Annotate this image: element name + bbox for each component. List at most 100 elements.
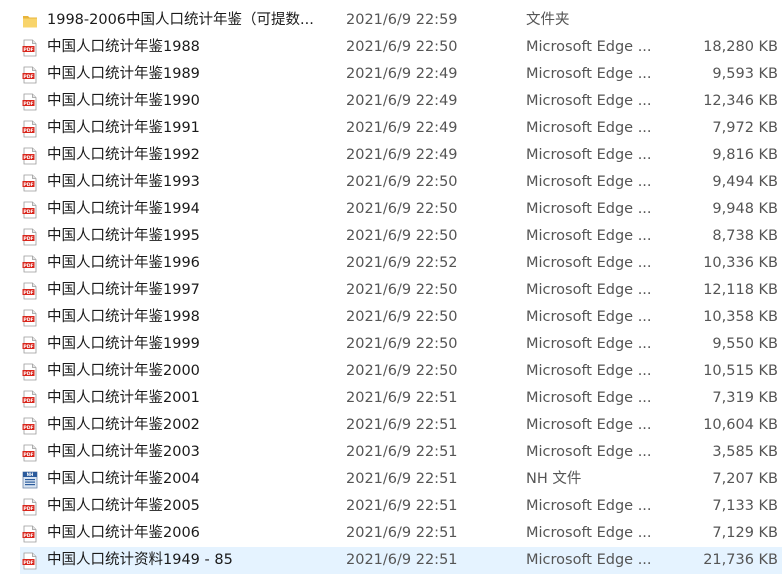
pdf-icon: PDF <box>22 282 38 300</box>
svg-text:PDF: PDF <box>23 155 33 161</box>
pdf-icon: PDF <box>22 417 38 435</box>
file-type: Microsoft Edge ... <box>526 525 652 541</box>
file-row[interactable]: PDF 中国人口统计年鉴2000 2021/6/9 22:50 Microsoft E… <box>20 358 782 385</box>
file-modified-date: 2021/6/9 22:51 <box>346 390 458 406</box>
file-row[interactable]: PDF 中国人口统计年鉴2006 2021/6/9 22:51 Microsoft E… <box>20 520 782 547</box>
file-size: 10,604 KB <box>703 417 778 433</box>
file-name: 中国人口统计年鉴2006 <box>47 525 200 541</box>
file-type: Microsoft Edge ... <box>526 120 652 136</box>
file-row[interactable]: PDF 中国人口统计年鉴1996 2021/6/9 22:52 Microsoft E… <box>20 250 782 277</box>
file-row[interactable]: PDF 中国人口统计年鉴2003 2021/6/9 22:51 Microsoft E… <box>20 439 782 466</box>
file-modified-date: 2021/6/9 22:51 <box>346 417 458 433</box>
file-type: Microsoft Edge ... <box>526 390 652 406</box>
file-size: 3,585 KB <box>712 444 778 460</box>
file-modified-date: 2021/6/9 22:59 <box>346 12 458 28</box>
file-modified-date: 2021/6/9 22:50 <box>346 363 458 379</box>
file-size: 9,816 KB <box>712 147 778 163</box>
folder-icon <box>22 12 38 30</box>
file-row[interactable]: PDF 中国人口统计年鉴1992 2021/6/9 22:49 Microsoft E… <box>20 142 782 169</box>
svg-text:PDF: PDF <box>23 506 33 512</box>
file-name: 中国人口统计年鉴2002 <box>47 417 200 433</box>
file-name: 1998-2006中国人口统计年鉴（可提数... <box>47 12 314 28</box>
pdf-icon: PDF <box>22 66 38 84</box>
svg-text:PDF: PDF <box>23 317 33 323</box>
file-row[interactable]: PDF 中国人口统计年鉴1991 2021/6/9 22:49 Microsoft E… <box>20 115 782 142</box>
file-modified-date: 2021/6/9 22:50 <box>346 309 458 325</box>
file-name: 中国人口统计年鉴2003 <box>47 444 200 460</box>
file-modified-date: 2021/6/9 22:51 <box>346 498 458 514</box>
file-modified-date: 2021/6/9 22:50 <box>346 228 458 244</box>
pdf-icon: PDF <box>22 498 38 516</box>
file-row[interactable]: PDF 中国人口统计年鉴2002 2021/6/9 22:51 Microsoft E… <box>20 412 782 439</box>
svg-text:PDF: PDF <box>23 344 33 350</box>
file-modified-date: 2021/6/9 22:51 <box>346 552 458 568</box>
file-name: 中国人口统计年鉴2000 <box>47 363 200 379</box>
svg-text:PDF: PDF <box>23 47 33 53</box>
file-modified-date: 2021/6/9 22:50 <box>346 174 458 190</box>
file-name: 中国人口统计年鉴1990 <box>47 93 200 109</box>
pdf-icon: PDF <box>22 309 38 327</box>
pdf-icon: PDF <box>22 363 38 381</box>
file-row[interactable]: PDF 中国人口统计年鉴1988 2021/6/9 22:50 Microsoft E… <box>20 34 782 61</box>
file-row[interactable]: NH 中国人口统计年鉴2004 2021/6/9 22:51 NH 文件 7,207 K… <box>20 466 782 493</box>
file-name: 中国人口统计年鉴1993 <box>47 174 200 190</box>
svg-text:PDF: PDF <box>23 128 33 134</box>
file-type: Microsoft Edge ... <box>526 363 652 379</box>
nh-file-icon: NH <box>22 471 38 489</box>
svg-text:PDF: PDF <box>23 263 33 269</box>
file-name: 中国人口统计年鉴1994 <box>47 201 200 217</box>
file-row[interactable]: PDF 中国人口统计年鉴2001 2021/6/9 22:51 Microsoft E… <box>20 385 782 412</box>
file-row[interactable]: PDF 中国人口统计资料1949 - 85 2021/6/9 22:51 Micros… <box>20 547 782 574</box>
svg-text:PDF: PDF <box>23 290 33 296</box>
file-size: 8,738 KB <box>712 228 778 244</box>
pdf-icon: PDF <box>22 390 38 408</box>
file-row[interactable]: PDF 中国人口统计年鉴1999 2021/6/9 22:50 Microsoft E… <box>20 331 782 358</box>
pdf-icon: PDF <box>22 147 38 165</box>
file-size: 7,133 KB <box>712 498 778 514</box>
file-row[interactable]: PDF 中国人口统计年鉴1993 2021/6/9 22:50 Microsoft E… <box>20 169 782 196</box>
svg-text:PDF: PDF <box>23 398 33 404</box>
file-name: 中国人口统计年鉴1988 <box>47 39 200 55</box>
file-type: Microsoft Edge ... <box>526 336 652 352</box>
file-size: 9,948 KB <box>712 201 778 217</box>
file-type: Microsoft Edge ... <box>526 444 652 460</box>
file-name: 中国人口统计年鉴1991 <box>47 120 200 136</box>
file-size: 18,280 KB <box>703 39 778 55</box>
file-size: 10,515 KB <box>703 363 778 379</box>
file-name: 中国人口统计年鉴2004 <box>47 471 200 487</box>
file-row[interactable]: PDF 中国人口统计年鉴2005 2021/6/9 22:51 Microsoft E… <box>20 493 782 520</box>
file-size: 9,494 KB <box>712 174 778 190</box>
file-row[interactable]: PDF 中国人口统计年鉴1995 2021/6/9 22:50 Microsoft E… <box>20 223 782 250</box>
file-row[interactable]: 1998-2006中国人口统计年鉴（可提数... 2021/6/9 22:59 文件… <box>20 7 782 34</box>
file-modified-date: 2021/6/9 22:49 <box>346 93 458 109</box>
file-type: Microsoft Edge ... <box>526 255 652 271</box>
file-list: 1998-2006中国人口统计年鉴（可提数... 2021/6/9 22:59 文件… <box>0 0 782 582</box>
pdf-icon: PDF <box>22 201 38 219</box>
file-modified-date: 2021/6/9 22:52 <box>346 255 458 271</box>
file-row[interactable]: PDF 中国人口统计年鉴1990 2021/6/9 22:49 Microsoft E… <box>20 88 782 115</box>
file-row[interactable]: PDF 中国人口统计年鉴1989 2021/6/9 22:49 Microsoft E… <box>20 61 782 88</box>
pdf-icon: PDF <box>22 120 38 138</box>
file-type: Microsoft Edge ... <box>526 66 652 82</box>
file-type: Microsoft Edge ... <box>526 309 652 325</box>
file-name: 中国人口统计资料1949 - 85 <box>47 552 233 568</box>
svg-text:PDF: PDF <box>23 182 33 188</box>
pdf-icon: PDF <box>22 552 38 570</box>
file-size: 7,972 KB <box>712 120 778 136</box>
file-row[interactable]: PDF 中国人口统计年鉴1997 2021/6/9 22:50 Microsoft E… <box>20 277 782 304</box>
pdf-icon: PDF <box>22 336 38 354</box>
file-type: Microsoft Edge ... <box>526 282 652 298</box>
file-size: 12,118 KB <box>703 282 778 298</box>
file-size: 10,336 KB <box>703 255 778 271</box>
file-type: Microsoft Edge ... <box>526 174 652 190</box>
file-name: 中国人口统计年鉴1999 <box>47 336 200 352</box>
file-modified-date: 2021/6/9 22:50 <box>346 336 458 352</box>
file-row[interactable]: PDF 中国人口统计年鉴1998 2021/6/9 22:50 Microsoft E… <box>20 304 782 331</box>
pdf-icon: PDF <box>22 444 38 462</box>
file-type: Microsoft Edge ... <box>526 498 652 514</box>
pdf-icon: PDF <box>22 93 38 111</box>
svg-text:PDF: PDF <box>23 74 33 80</box>
svg-text:PDF: PDF <box>23 533 33 539</box>
file-row[interactable]: PDF 中国人口统计年鉴1994 2021/6/9 22:50 Microsoft E… <box>20 196 782 223</box>
file-type: NH 文件 <box>526 471 582 487</box>
